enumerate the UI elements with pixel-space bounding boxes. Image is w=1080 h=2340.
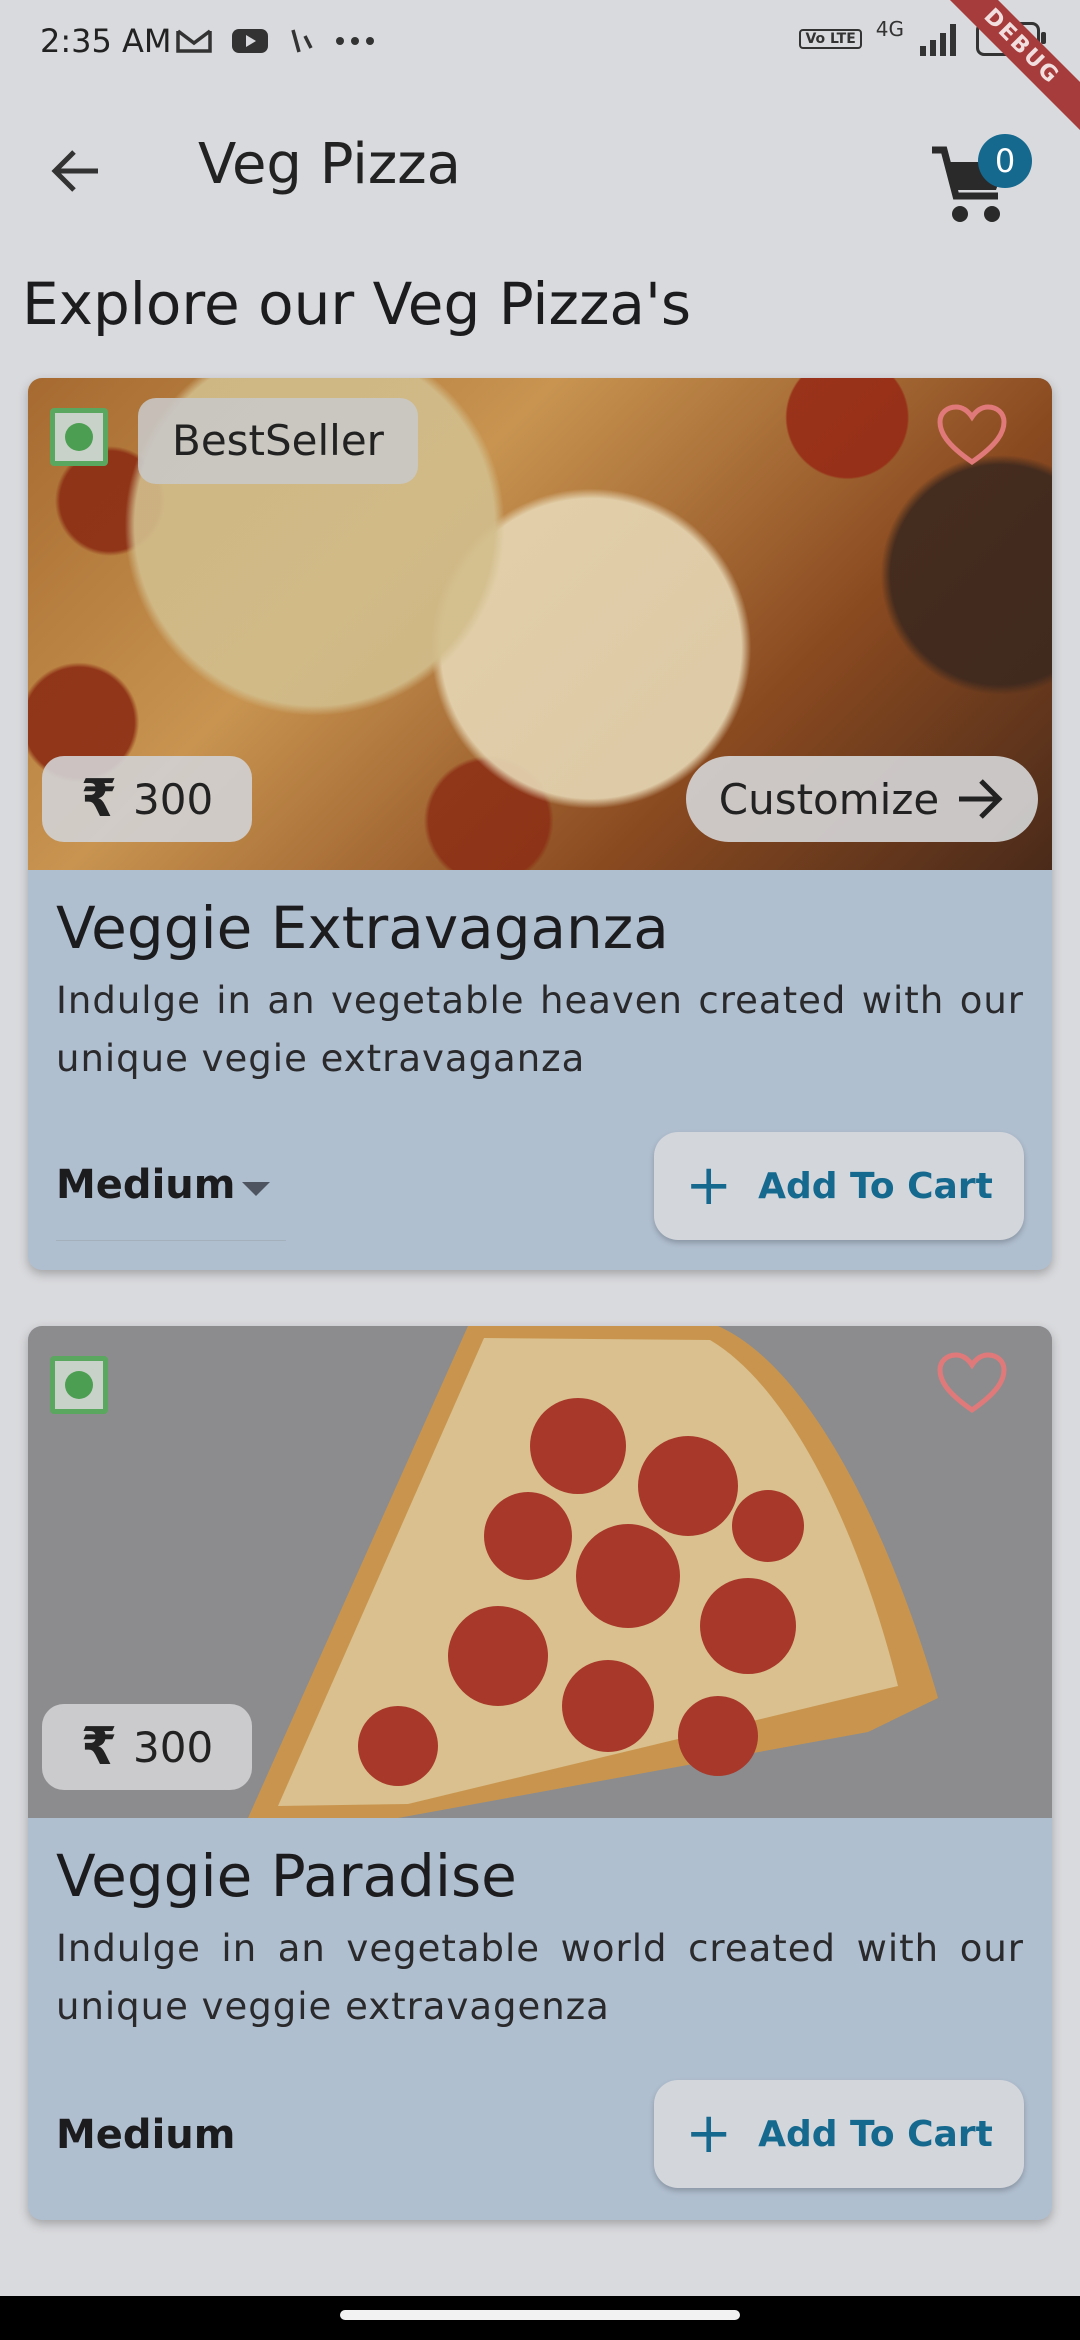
status-bar: 2:35 AM Vo LTE 4G 46 bbox=[0, 0, 1080, 90]
size-selected-value: Medium bbox=[56, 1162, 236, 1208]
arrow-right-icon bbox=[959, 779, 1003, 819]
customize-label: Customize bbox=[718, 774, 940, 824]
plus-icon: + bbox=[685, 2101, 733, 2166]
signal-icon bbox=[920, 24, 956, 56]
product-card[interactable]: BestSeller ₹ 300 Customize Veggie Extrav… bbox=[28, 378, 1052, 1270]
price-chip: ₹ 300 bbox=[42, 1704, 252, 1790]
section-title: Explore our Veg Pizza's bbox=[22, 270, 692, 338]
plus-icon: + bbox=[685, 1153, 733, 1218]
pizza-image: ₹ 300 bbox=[28, 1326, 1052, 1818]
add-to-cart-button[interactable]: + Add To Cart bbox=[654, 2080, 1024, 2188]
page-title: Veg Pizza bbox=[198, 132, 461, 197]
app-bar: Veg Pizza 0 bbox=[0, 90, 1080, 250]
price-value: 300 bbox=[133, 774, 214, 824]
rupee-icon: ₹ bbox=[80, 1717, 117, 1777]
pizza-description: Indulge in an vegetable heaven created w… bbox=[56, 979, 1024, 1080]
status-notification-icons bbox=[175, 26, 375, 56]
pizza-image: BestSeller ₹ 300 Customize bbox=[28, 378, 1052, 870]
price-value: 300 bbox=[133, 1722, 214, 1772]
cast-icon bbox=[291, 29, 313, 53]
price-chip: ₹ 300 bbox=[42, 756, 252, 842]
veg-indicator-icon bbox=[50, 1356, 108, 1414]
add-to-cart-label: Add To Cart bbox=[758, 2113, 993, 2155]
add-to-cart-label: Add To Cart bbox=[758, 1165, 993, 1207]
pizza-description: Indulge in an vegetable world created wi… bbox=[56, 1927, 1024, 2028]
more-dots-icon bbox=[336, 37, 374, 45]
home-indicator[interactable] bbox=[340, 2310, 740, 2320]
favorite-heart-icon[interactable] bbox=[936, 404, 1008, 468]
youtube-icon bbox=[232, 29, 268, 53]
customize-button[interactable]: Customize bbox=[686, 756, 1038, 842]
network-type: 4G bbox=[875, 17, 904, 41]
size-value: Medium bbox=[56, 2112, 236, 2158]
size-dropdown[interactable]: Medium bbox=[56, 1140, 286, 1241]
card-body: Veggie Extravaganza Indulge in an vegeta… bbox=[56, 870, 1024, 1241]
rupee-icon: ₹ bbox=[80, 769, 117, 829]
system-nav-bar bbox=[0, 2296, 1080, 2340]
favorite-heart-icon[interactable] bbox=[936, 1352, 1008, 1416]
cart-count-badge: 0 bbox=[978, 134, 1032, 188]
product-card[interactable]: ₹ 300 Veggie Paradise Indulge in an vege… bbox=[28, 1326, 1052, 2220]
bestseller-badge: BestSeller bbox=[138, 398, 418, 484]
dropdown-caret-icon bbox=[242, 1182, 270, 1196]
cart-button[interactable]: 0 bbox=[930, 120, 1032, 230]
pizza-name: Veggie Paradise bbox=[56, 1842, 517, 1910]
back-arrow-icon[interactable] bbox=[48, 146, 104, 196]
card-body: Veggie Paradise Indulge in an vegetable … bbox=[56, 1818, 1024, 2188]
pizza-slice-picture bbox=[248, 1326, 938, 1818]
pizza-name: Veggie Extravaganza bbox=[56, 894, 669, 962]
veg-indicator-icon bbox=[50, 408, 108, 466]
gmail-icon bbox=[176, 29, 212, 53]
volte-icon: Vo LTE bbox=[799, 29, 862, 49]
status-time: 2:35 AM bbox=[40, 22, 172, 60]
add-to-cart-button[interactable]: + Add To Cart bbox=[654, 1132, 1024, 1240]
